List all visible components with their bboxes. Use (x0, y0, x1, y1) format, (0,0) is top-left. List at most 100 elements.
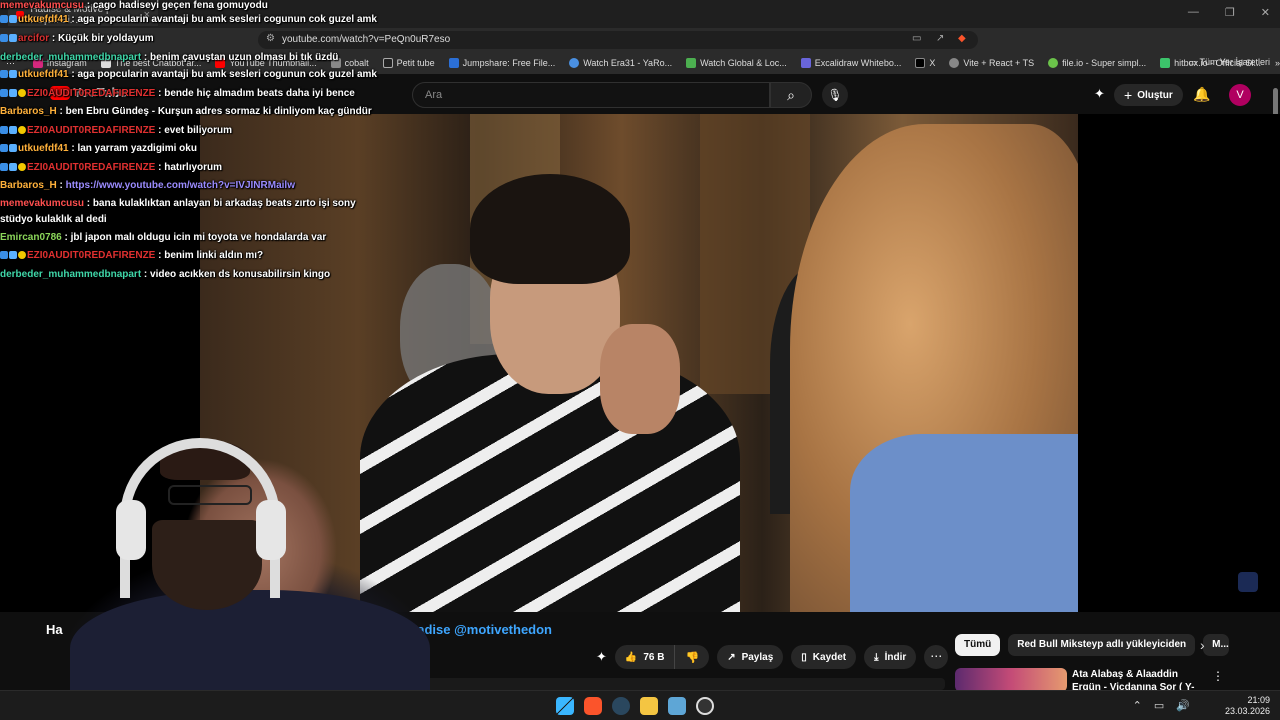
plus-icon: + (1124, 87, 1133, 103)
chat-message: utkuefdf41 : aga popcularin avantaji bu … (0, 14, 377, 25)
like-button[interactable]: 👍 76 B (615, 645, 676, 669)
chip-all[interactable]: Tümü (955, 634, 1001, 656)
chat-message: EZI0AUDIT0REDAFIRENZE : bende hiç almadı… (0, 88, 355, 99)
chat-username[interactable]: derbeder_muhammedbnapart (0, 269, 141, 280)
chip-more[interactable]: M... (1203, 634, 1230, 656)
chat-badge-icon (0, 89, 8, 97)
chat-badge-icon (0, 251, 8, 259)
download-icon: ⤓ (874, 651, 879, 663)
file-explorer-icon[interactable] (640, 697, 658, 715)
minimize-button[interactable]: — (1188, 6, 1199, 19)
taskbar-clock[interactable]: 21:09 23.03.2026 (1225, 695, 1270, 717)
search-input[interactable]: Ara (412, 82, 770, 108)
video-letterbox-right (1078, 114, 1280, 612)
share-icon[interactable]: ↗ (936, 33, 944, 44)
description-box[interactable] (400, 678, 945, 690)
chat-username[interactable]: EZI0AUDIT0REDAFIRENZE (27, 88, 155, 99)
recommended-more-icon[interactable]: ⋮ (1212, 669, 1224, 683)
clock-time: 21:09 (1247, 695, 1270, 705)
bookmark-x[interactable]: X (915, 58, 935, 68)
channel-watermark-icon[interactable] (1238, 572, 1258, 592)
more-actions-button[interactable]: ⋯ (924, 645, 949, 669)
chat-username[interactable]: memevakumcusu (0, 198, 84, 209)
streamer-webcam (70, 430, 430, 720)
bookmark-vite[interactable]: Vite + React + TS (949, 58, 1034, 68)
jumpshare-icon (448, 58, 459, 68)
video-title: Ha (46, 622, 63, 637)
download-label: İndir (884, 651, 907, 663)
hashtag-motive-link[interactable]: @motivethedon (454, 622, 552, 637)
bookmark-jumpshare[interactable]: Jumpshare: Free File... (448, 58, 555, 68)
maximize-button[interactable]: ❐ (1225, 6, 1235, 19)
chat-link[interactable]: https://www.youtube.com/watch?v=IVJINRMa… (66, 180, 295, 191)
chat-message: memevakumcusu : bana kulaklıktan anlayan… (0, 198, 356, 209)
obs-icon[interactable] (696, 697, 714, 715)
ai-assist-icon[interactable]: ✦ (1094, 86, 1105, 102)
chip-uploader[interactable]: Red Bull Miksteyp adlı yükleyiciden (1008, 634, 1196, 656)
cast-icon[interactable]: ▭ (912, 33, 921, 44)
bookmark-fileio[interactable]: file.io - Super simpl... (1048, 58, 1146, 68)
windows-start-icon[interactable] (556, 697, 574, 715)
ask-ai-icon[interactable]: ✦ (596, 649, 607, 665)
chat-separator: : (155, 88, 165, 99)
chat-message: derbeder_muhammedbnapart : video acıkken… (0, 269, 330, 280)
chat-badge-icon (9, 34, 17, 42)
chat-username[interactable]: EZI0AUDIT0REDAFIRENZE (27, 162, 155, 173)
avatar[interactable]: V (1229, 84, 1251, 106)
save-label: Kaydet (812, 651, 847, 663)
brave-shield-icon[interactable]: ◆ (958, 33, 966, 44)
close-window-button[interactable]: ✕ (1261, 6, 1270, 19)
all-bookmarks[interactable]: ▭ Tüm Yer İşaretleri (1189, 57, 1270, 68)
bookmark-petit-tube[interactable]: Petit tube (382, 58, 435, 68)
site-settings-icon[interactable]: ⚙ (266, 33, 275, 44)
notifications-bell-icon[interactable]: 🔔 (1193, 86, 1210, 103)
chat-text: benim çavuştan uzun olması bi tık üzdü (150, 52, 339, 63)
singer-hand (600, 324, 680, 434)
address-bar[interactable]: ⚙ youtube.com/watch?v=PeQn0uR7eso ▭ ↗ ◆ (258, 31, 978, 49)
recommended-video-thumbnail[interactable] (955, 668, 1067, 692)
brave-browser-icon[interactable] (584, 697, 602, 715)
bookmarks-overflow-icon[interactable]: » (1275, 58, 1280, 68)
like-count: 76 B (643, 651, 665, 663)
vite-icon (949, 58, 960, 68)
chat-username[interactable]: derbeder_muhammedbnapart (0, 52, 141, 63)
chat-username[interactable]: memevakumcusu (0, 0, 84, 11)
chat-text: benim linki aldın mı? (164, 250, 264, 261)
dislike-button[interactable]: 👎 (675, 645, 709, 669)
volume-icon[interactable]: 🔊 (1176, 699, 1190, 712)
search-placeholder: Ara (425, 89, 443, 101)
chat-username[interactable]: utkuefdf41 (18, 69, 69, 80)
create-label: Oluştur (1137, 89, 1173, 101)
chat-message: arcifor : Küçük bir yoldayum (0, 33, 154, 44)
bookmark-global[interactable]: Watch Global & Loc... (686, 58, 787, 68)
bookmark-era31[interactable]: Watch Era31 - YaRo... (569, 58, 672, 68)
chat-username[interactable]: EZI0AUDIT0REDAFIRENZE (27, 250, 155, 261)
save-button[interactable]: ▯ Kaydet (791, 645, 857, 669)
search-icon[interactable]: ⌕ (770, 82, 812, 108)
network-icon[interactable]: ▭ (1154, 699, 1164, 712)
petit-tube-icon (382, 58, 393, 68)
chat-badge-icon (18, 163, 26, 171)
chat-username[interactable]: EZI0AUDIT0REDAFIRENZE (27, 125, 155, 136)
chat-username[interactable]: utkuefdf41 (18, 14, 69, 25)
chevron-right-icon[interactable]: › (1200, 637, 1205, 653)
chat-separator: : (155, 162, 165, 173)
chat-separator: : (141, 269, 151, 280)
chevron-up-icon[interactable]: ⌃ (1133, 699, 1142, 712)
bookmark-label: Petit tube (396, 58, 435, 68)
create-button[interactable]: + Oluştur (1114, 84, 1183, 106)
chat-username[interactable]: utkuefdf41 (18, 143, 69, 154)
microphone-icon[interactable]: 🎙 (822, 82, 848, 108)
url-text: youtube.com/watch?v=PeQn0uR7eso (282, 34, 451, 45)
chat-badge-icon (9, 144, 17, 152)
chat-username[interactable]: arcifor (18, 33, 49, 44)
chat-username[interactable]: Emircan0786 (0, 232, 62, 243)
app-icon[interactable] (668, 697, 686, 715)
bookmark-excalidraw[interactable]: Excalidraw Whitebo... (800, 58, 901, 68)
chat-username[interactable]: Barbaros_H (0, 180, 57, 191)
steam-icon[interactable] (612, 697, 630, 715)
share-button[interactable]: ↗ Paylaş (717, 645, 784, 669)
bookmark-label: Vite + React + TS (963, 58, 1035, 68)
chat-username[interactable]: Barbaros_H (0, 106, 57, 117)
download-button[interactable]: ⤓ İndir (864, 645, 917, 669)
